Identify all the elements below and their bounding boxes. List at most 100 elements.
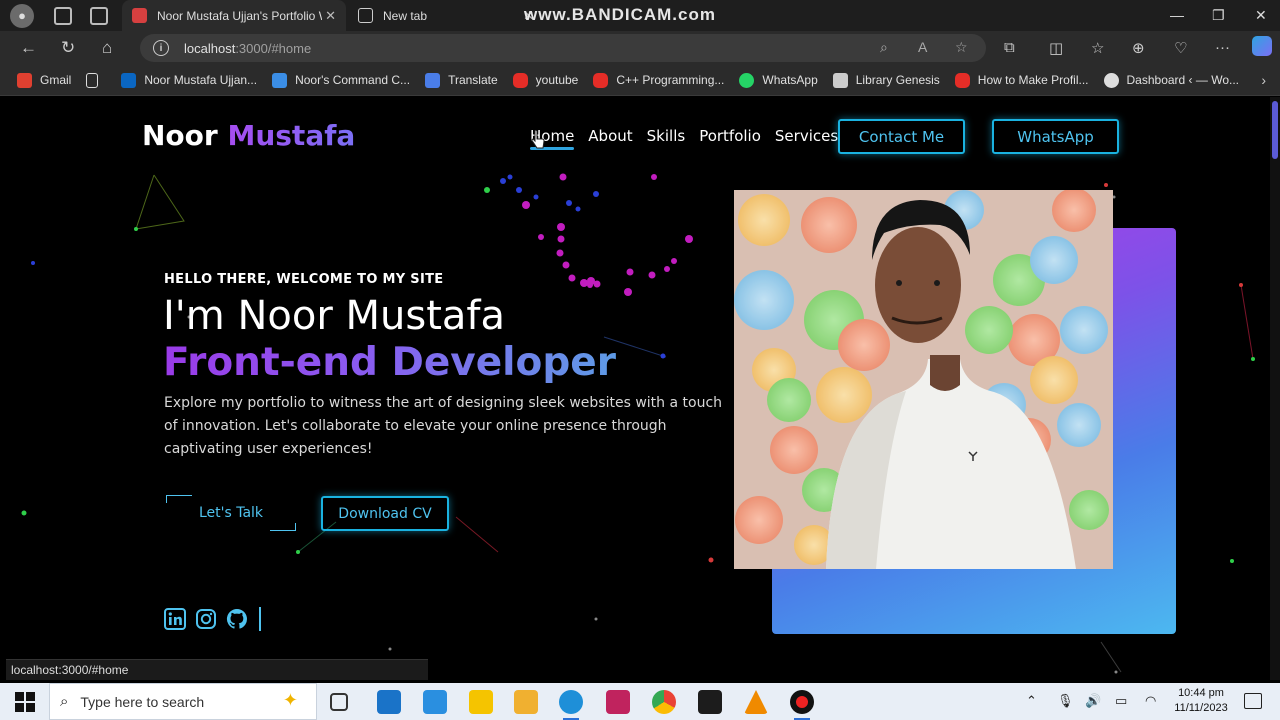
hero-role: Front-end Developer: [163, 340, 616, 385]
windows-taskbar: ⌕ Type here to search ✦ ⌃ 🎙 🔊 ▭ ◠ 10:44 …: [0, 683, 1280, 720]
bookmark-translate[interactable]: Translate: [425, 72, 498, 88]
edge-icon[interactable]: [559, 690, 583, 720]
youtube-icon: [954, 72, 970, 88]
maximize-icon[interactable]: ❐: [1212, 7, 1225, 24]
bookmark-cpp[interactable]: C++ Programming...: [593, 72, 724, 88]
split-screen-icon[interactable]: ◫: [1049, 39, 1063, 57]
nav-skills[interactable]: Skills: [647, 127, 686, 145]
tab-new-tab[interactable]: New tab ✕: [348, 0, 534, 31]
extensions-icon[interactable]: ⧉: [1004, 39, 1015, 56]
collections-icon[interactable]: ⊕: [1132, 39, 1145, 57]
read-aloud-icon[interactable]: A: [918, 39, 927, 55]
watermark-text: www.BANDICAM.com: [524, 5, 716, 24]
terminal-icon[interactable]: [698, 690, 722, 714]
battery-icon[interactable]: ▭: [1115, 693, 1127, 709]
youtube-icon: [512, 72, 528, 88]
volume-icon[interactable]: 🔊: [1085, 693, 1101, 709]
tab-title: New tab: [383, 8, 428, 23]
linkedin-icon[interactable]: [164, 608, 186, 630]
chevron-right-icon[interactable]: ›: [1261, 72, 1266, 88]
whatsapp-button[interactable]: WhatsApp: [992, 119, 1119, 154]
hero-greeting: HELLO THERE, WELCOME TO MY SITE: [164, 272, 444, 287]
info-icon[interactable]: i: [153, 40, 169, 56]
lets-talk-label: Let's Talk: [198, 505, 264, 521]
window-close-icon[interactable]: ✕: [1255, 7, 1267, 24]
close-icon[interactable]: ✕: [325, 8, 336, 24]
bookmark-command-center[interactable]: Noor's Command C...: [272, 72, 410, 88]
bookmarks-bar: Gmail Noor Mustafa Ujjan... Noor's Comma…: [0, 65, 1280, 96]
nav-about[interactable]: About: [588, 127, 632, 145]
translate-icon: [425, 72, 441, 88]
notifications-icon[interactable]: [1244, 693, 1262, 709]
home-icon[interactable]: ⌂: [102, 38, 112, 58]
file-icon: [86, 72, 99, 88]
new-tab-icon: [358, 8, 373, 23]
profile-photo: [734, 190, 1113, 569]
chevron-up-icon[interactable]: ⌃: [1026, 693, 1037, 709]
taskbar-clock[interactable]: 10:44 pm 11/11/2023: [1166, 686, 1236, 716]
url-input[interactable]: i localhost:3000/#home ⌕ A ☆: [140, 34, 986, 62]
clock-date: 11/11/2023: [1174, 702, 1228, 714]
wifi-icon[interactable]: ◠: [1145, 693, 1156, 709]
profile-photo-image: [734, 190, 1113, 569]
command-center-icon: [272, 72, 288, 88]
bookmark-gmail[interactable]: Gmail: [17, 72, 71, 88]
lets-talk-button[interactable]: Let's Talk: [166, 495, 296, 531]
nav-portfolio[interactable]: Portfolio: [699, 127, 761, 145]
library-icon: [832, 72, 848, 88]
more-menu-icon[interactable]: ···: [1215, 39, 1230, 56]
refresh-icon[interactable]: ↻: [61, 38, 75, 58]
bookmark-profile-howto[interactable]: How to Make Profil...: [954, 72, 1089, 88]
corner-decoration: [166, 495, 192, 503]
calendar-icon[interactable]: [423, 690, 447, 714]
bookmark-library-genesis[interactable]: Library Genesis: [832, 72, 940, 88]
search-icon: ⌕: [60, 693, 69, 710]
instagram-icon[interactable]: [195, 608, 217, 630]
favorites-icon[interactable]: ☆: [1091, 39, 1104, 57]
bookmark-dashboard[interactable]: Dashboard ‹ — Wo...: [1103, 72, 1239, 88]
browser-essentials-icon[interactable]: ♡: [1174, 39, 1187, 57]
youtube-icon: [593, 72, 609, 88]
profile-avatar[interactable]: ●: [10, 3, 34, 28]
hero-description: Explore my portfolio to witness the art …: [164, 395, 723, 457]
site-logo[interactable]: Noor Mustafa: [142, 119, 355, 152]
page-viewport: Noor Mustafa Home About Skills Portfolio…: [6, 97, 1270, 680]
browser-tab-bar: ● Noor Mustafa Ujjan's Portfolio W ✕ New…: [0, 0, 1280, 31]
wordpress-icon: [1103, 72, 1119, 88]
bookmark-whatsapp[interactable]: WhatsApp: [739, 72, 818, 88]
windows-start-icon[interactable]: [15, 691, 35, 712]
copilot-icon[interactable]: [1252, 36, 1272, 56]
file-explorer-icon[interactable]: [514, 690, 538, 714]
page-scrollbar[interactable]: [1270, 97, 1280, 680]
linkedin-icon: [121, 72, 137, 88]
minimize-icon[interactable]: —: [1170, 7, 1184, 23]
scroll-thumb[interactable]: [1272, 101, 1278, 159]
sticky-notes-icon[interactable]: [469, 690, 493, 714]
microphone-icon[interactable]: 🎙: [1057, 693, 1074, 709]
zoom-icon[interactable]: ⌕: [880, 39, 888, 56]
bookmark-youtube[interactable]: youtube: [512, 72, 578, 88]
hero-name: I'm Noor Mustafa: [163, 293, 505, 339]
vlc-icon[interactable]: [744, 690, 768, 714]
ide-icon[interactable]: [606, 690, 630, 714]
nav-services[interactable]: Services: [775, 127, 838, 145]
favorite-star-icon[interactable]: ☆: [955, 39, 968, 56]
tab-title: Noor Mustafa Ujjan's Portfolio W: [157, 8, 322, 23]
back-arrow-icon[interactable]: ←: [20, 38, 37, 58]
task-view-icon[interactable]: [330, 693, 348, 711]
chrome-icon[interactable]: [652, 690, 676, 714]
bandicam-icon[interactable]: [790, 690, 814, 720]
url-text: localhost:3000/#home: [184, 40, 312, 56]
corner-decoration: [270, 523, 296, 531]
taskbar-search-input[interactable]: ⌕ Type here to search ✦: [49, 683, 317, 720]
download-cv-button[interactable]: Download CV: [321, 496, 449, 531]
tab-portfolio[interactable]: Noor Mustafa Ujjan's Portfolio W ✕: [122, 0, 346, 31]
bookmark-file[interactable]: [86, 72, 106, 88]
workspaces-icon[interactable]: [54, 6, 72, 25]
bookmark-linkedin[interactable]: Noor Mustafa Ujjan...: [121, 72, 257, 88]
mail-icon[interactable]: [377, 690, 401, 714]
search-highlight-icon: ✦: [282, 690, 298, 710]
github-icon[interactable]: [226, 608, 248, 630]
contact-me-button[interactable]: Contact Me: [838, 119, 965, 154]
tab-actions-icon[interactable]: [90, 6, 108, 25]
